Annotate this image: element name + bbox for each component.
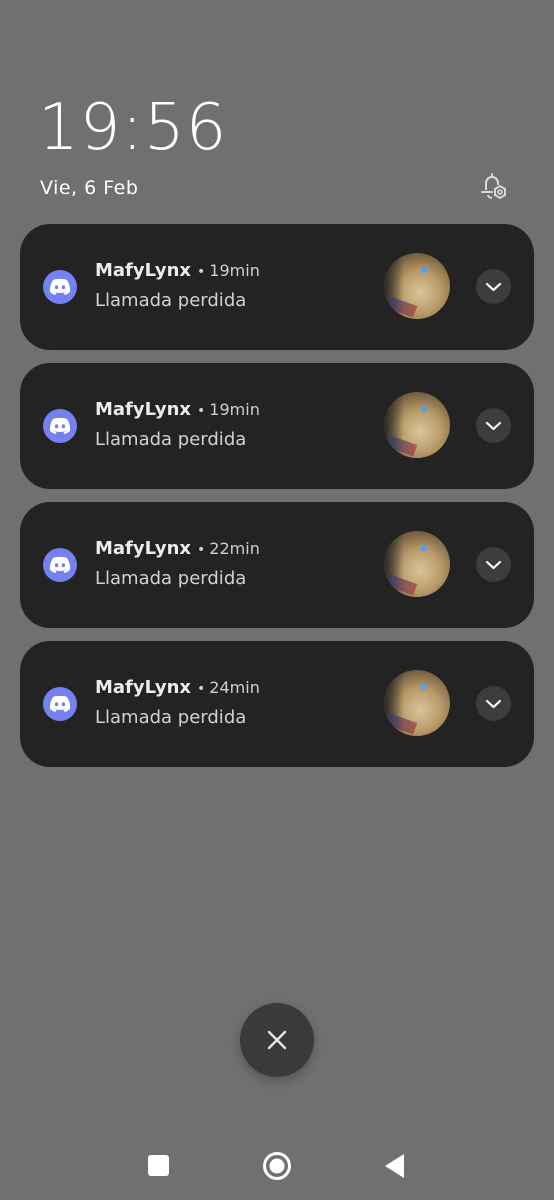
triangle-back-icon [385, 1154, 404, 1178]
time-ago: 24min [209, 678, 260, 697]
notification-card[interactable]: MafyLynx • 24min Llamada perdida [20, 641, 534, 767]
expand-button[interactable] [476, 686, 511, 721]
avatar [384, 392, 450, 458]
notification-header: MafyLynx • 22min [95, 538, 260, 559]
nav-back-button[interactable] [383, 1153, 407, 1179]
discord-icon [43, 409, 77, 443]
close-icon [267, 1030, 287, 1050]
notification-message: Llamada perdida [95, 707, 247, 728]
notification-header: MafyLynx • 19min [95, 399, 260, 420]
time-ago: 19min [209, 261, 260, 280]
discord-icon [43, 548, 77, 582]
chevron-down-icon [485, 699, 502, 709]
sender-name: MafyLynx [95, 399, 192, 420]
expand-button[interactable] [476, 547, 511, 582]
expand-button[interactable] [476, 408, 511, 443]
time-ago: 19min [209, 400, 260, 419]
time-ago: 22min [209, 539, 260, 558]
avatar [384, 253, 450, 319]
notification-card[interactable]: MafyLynx • 22min Llamada perdida [20, 502, 534, 628]
notification-message: Llamada perdida [95, 429, 247, 450]
discord-icon [43, 687, 77, 721]
separator: • [197, 403, 206, 419]
notification-message: Llamada perdida [95, 290, 247, 311]
expand-button[interactable] [476, 269, 511, 304]
lockscreen-date: Vie, 6 Feb [40, 177, 139, 199]
notification-card[interactable]: MafyLynx • 19min Llamada perdida [20, 224, 534, 350]
avatar [384, 670, 450, 736]
sender-name: MafyLynx [95, 677, 192, 698]
lockscreen-clock: 19:56 [38, 91, 228, 165]
separator: • [197, 264, 206, 280]
nav-recents-button[interactable] [148, 1155, 169, 1176]
discord-icon [43, 270, 77, 304]
separator: • [197, 542, 206, 558]
chevron-down-icon [485, 282, 502, 292]
notification-card[interactable]: MafyLynx • 19min Llamada perdida [20, 363, 534, 489]
nav-home-button[interactable] [262, 1151, 292, 1181]
separator: • [197, 681, 206, 697]
avatar [384, 531, 450, 597]
notification-header: MafyLynx • 24min [95, 677, 260, 698]
chevron-down-icon [485, 560, 502, 570]
clear-all-button[interactable] [240, 1003, 314, 1077]
bell-settings-icon[interactable] [474, 168, 510, 204]
notification-list: MafyLynx • 19min Llamada perdida MafyLynx •… [20, 224, 534, 780]
sender-name: MafyLynx [95, 538, 192, 559]
notification-header: MafyLynx • 19min [95, 260, 260, 281]
notification-message: Llamada perdida [95, 568, 247, 589]
circle-icon [263, 1152, 291, 1180]
sender-name: MafyLynx [95, 260, 192, 281]
chevron-down-icon [485, 421, 502, 431]
